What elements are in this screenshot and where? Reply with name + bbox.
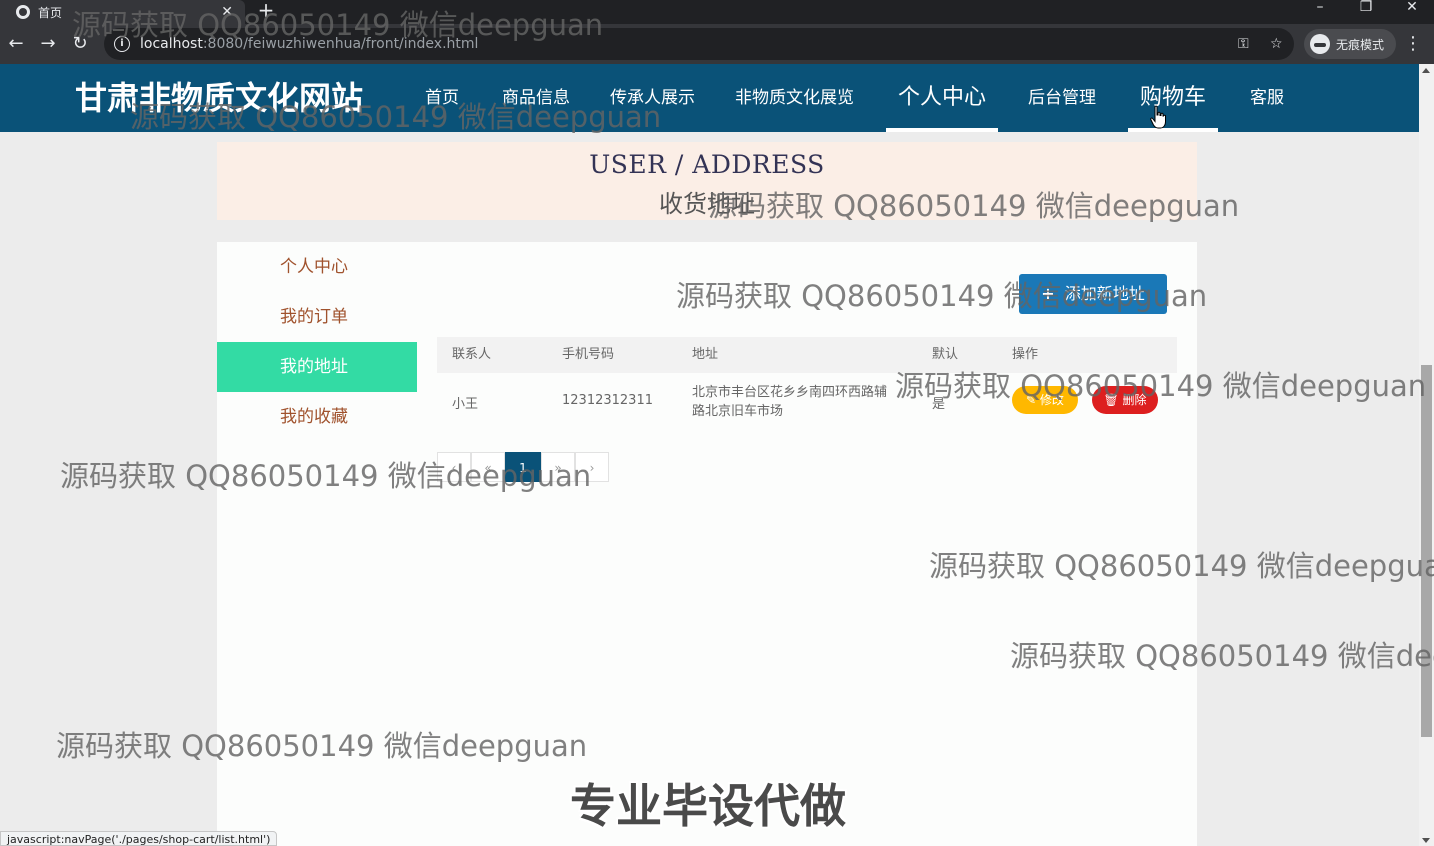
cell-contact: 小王 [452,397,479,412]
nav-inheritors[interactable]: 传承人展示 [610,64,695,132]
nav-products[interactable]: 商品信息 [502,64,570,132]
column-header: 地址 [692,347,719,362]
incognito-badge[interactable]: 无痕模式 [1304,29,1396,59]
page-current[interactable]: 1 [505,452,541,482]
menu-icon[interactable]: ⋮ [1404,34,1422,54]
pagination: ‹ « 1 » › [437,452,609,482]
column-header: 默认 [932,347,959,362]
cell-address: 北京市丰台区花乡乡南四环西路辅 路北京旧车市场 [692,383,887,421]
column-header: 手机号码 [562,347,615,362]
cell-phone: 12312312311 [562,393,653,408]
new-tab-icon[interactable]: + [256,0,276,24]
sidebar-item-address[interactable]: 我的地址 [217,342,417,392]
browser-tab[interactable]: 首页 ✕ [0,0,245,24]
cell-address-line2: 路北京旧车市场 [692,404,784,419]
sidebar-item-orders[interactable]: 我的订单 [217,292,417,342]
cell-default: 是 [932,397,946,412]
site-brand: 甘肃非物质文化网站 [75,79,364,117]
pencil-icon: ✎ [1026,393,1040,407]
nav-service[interactable]: 客服 [1250,64,1284,132]
nav-exhibition[interactable]: 非物质文化展览 [735,64,854,132]
sidebar-item-favorites[interactable]: 我的收藏 [217,392,417,442]
tab-title: 首页 [38,5,63,20]
table-row: 小王 12312312311 北京市丰台区花乡乡南四环西路辅 路北京旧车市场 是… [437,373,1177,429]
status-bar: javascript:navPage('./pages/shop-cart/li… [0,831,278,846]
content-panel: 个人中心 我的订单 我的地址 我的收藏 + 添加新地址 联系人 手机号码 地址 默… [217,242,1197,846]
nav-user-center[interactable]: 个人中心 [885,64,999,132]
url-path: :8080/feiwuzhiwenhua/front/index.html [202,36,479,52]
delete-button[interactable]: 🗑 删除 [1092,386,1158,414]
window-close-icon[interactable]: ✕ [1392,0,1432,24]
site-header: 甘肃非物质文化网站 首页 商品信息 传承人展示 非物质文化展览 个人中心 后台管… [0,64,1419,132]
restore-icon[interactable]: ❐ [1346,0,1386,24]
banner-title-cn: 收货地址 [659,190,755,218]
add-address-label: 添加新地址 [1064,284,1145,303]
next-page-icon[interactable]: » [541,452,575,482]
minimize-icon[interactable]: – [1300,0,1340,24]
nav-home[interactable]: 首页 [425,64,459,132]
star-icon[interactable]: ☆ [1270,36,1283,52]
column-header: 联系人 [452,347,492,362]
table-header: 联系人 手机号码 地址 默认 操作 [437,337,1177,373]
globe-icon [16,5,30,19]
browser-toolbar: ← → ↻ i localhost:8080/feiwuzhiwenhua/fr… [0,24,1434,64]
cell-address-line1: 北京市丰台区花乡乡南四环西路辅 [692,385,888,400]
nav-admin[interactable]: 后台管理 [1028,64,1096,132]
delete-label: 删除 [1122,393,1147,407]
info-icon[interactable]: i [114,36,130,52]
back-icon[interactable]: ← [6,34,26,54]
forward-icon[interactable]: → [38,34,58,54]
edit-button[interactable]: ✎ 修改 [1012,386,1078,414]
prev-page-icon[interactable]: « [471,452,505,482]
address-table: 联系人 手机号码 地址 默认 操作 小王 12312312311 北京市丰台区花… [437,337,1177,429]
key-icon[interactable]: ⚿ [1238,36,1249,52]
url-text: localhost:8080/feiwuzhiwenhua/front/inde… [140,36,478,52]
reload-icon[interactable]: ↻ [70,34,90,54]
plus-icon: + [1041,284,1055,303]
add-address-button[interactable]: + 添加新地址 [1019,274,1167,314]
scrollbar-thumb[interactable] [1421,365,1432,737]
scroll-down-icon[interactable] [1422,838,1430,843]
sidebar-item-user-center[interactable]: 个人中心 [217,242,417,292]
banner-title-en: USER / ADDRESS [589,150,825,179]
address-bar[interactable]: i localhost:8080/feiwuzhiwenhua/front/in… [104,28,1294,60]
browser-tab-strip: 首页 ✕ + – ❐ ✕ [0,0,1434,24]
next-page-icon[interactable]: › [575,452,609,482]
close-icon[interactable]: ✕ [221,4,233,20]
edit-label: 修改 [1039,393,1064,407]
column-header: 操作 [1012,347,1039,362]
url-host: localhost [140,36,203,52]
page-banner: USER / ADDRESS 收货地址 [217,142,1197,220]
incognito-label: 无痕模式 [1336,37,1385,52]
prev-page-icon[interactable]: ‹ [437,452,471,482]
hand-cursor-icon [1150,105,1166,129]
incognito-icon [1310,34,1330,54]
scroll-up-icon[interactable] [1422,68,1430,73]
trash-icon: 🗑 [1103,393,1123,407]
ad-overlay-text: 专业毕设代做 [570,779,846,833]
